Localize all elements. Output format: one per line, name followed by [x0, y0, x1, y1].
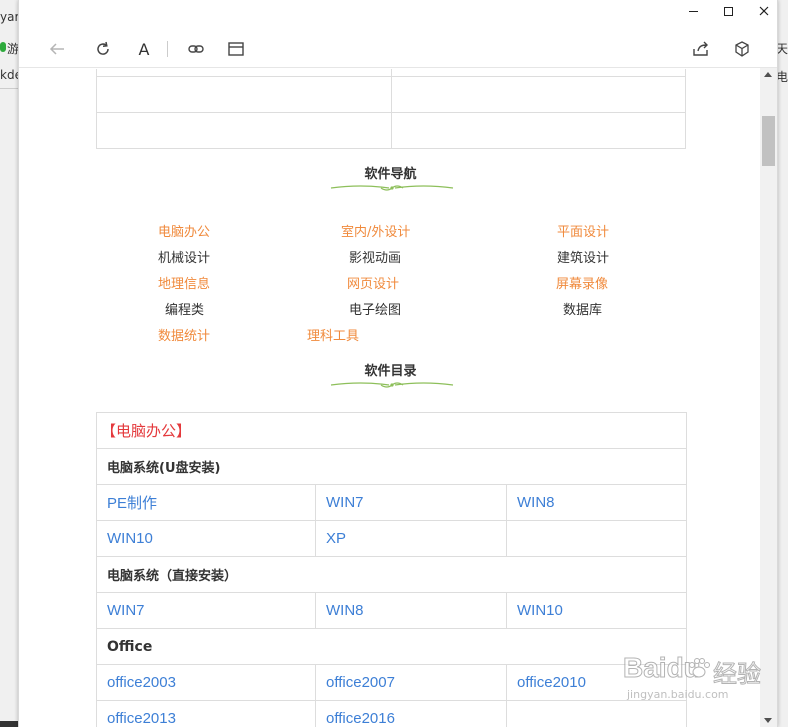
- scroll-up-icon[interactable]: [764, 72, 772, 77]
- nav-link-geo-info[interactable]: 地理信息: [158, 273, 210, 292]
- software-link[interactable]: WIN7: [326, 494, 364, 511]
- arrow-left-icon: [49, 43, 64, 55]
- background-text-fragment: 电: [778, 70, 788, 84]
- link-icon: [188, 45, 204, 53]
- software-link[interactable]: WIN10: [517, 602, 563, 619]
- background-window-right: 天 电: [778, 0, 788, 727]
- nav-link-programming[interactable]: 编程类: [165, 299, 204, 318]
- font-size-button[interactable]: A: [131, 36, 157, 62]
- table-row: office2013 office2016: [96, 700, 688, 727]
- software-link[interactable]: XP: [326, 530, 346, 547]
- top-table: [96, 69, 686, 149]
- table-row: WIN10 XP: [96, 520, 688, 557]
- vertical-scrollbar[interactable]: [760, 68, 777, 727]
- table-row: WIN7 WIN8 WIN10: [96, 592, 688, 629]
- toolbar-divider: [167, 41, 168, 57]
- copy-link-button[interactable]: [183, 36, 209, 62]
- table-row: PE制作 WIN7 WIN8: [96, 484, 688, 521]
- nav-link-web-design[interactable]: 网页设计: [347, 273, 399, 292]
- close-icon: [759, 6, 769, 16]
- share-icon: [693, 41, 708, 56]
- software-link[interactable]: PE制作: [107, 495, 157, 512]
- window-icon: [228, 42, 244, 56]
- background-bookmark-fragment: 天: [778, 42, 788, 56]
- nav-link-mechanical-design[interactable]: 机械设计: [158, 247, 210, 266]
- extension-button[interactable]: [729, 36, 755, 62]
- category-heading: 【电脑办公】: [95, 412, 688, 449]
- close-button[interactable]: [749, 2, 777, 20]
- cube-icon: [735, 41, 749, 57]
- toolbar: A: [19, 30, 777, 68]
- nav-link-screen-recording[interactable]: 屏幕录像: [556, 273, 608, 292]
- maximize-icon: [723, 6, 733, 16]
- software-link[interactable]: WIN10: [107, 530, 153, 547]
- software-link[interactable]: WIN8: [326, 602, 364, 619]
- nav-link-architecture-design[interactable]: 建筑设计: [557, 247, 609, 266]
- back-button[interactable]: [44, 36, 70, 62]
- nav-section-title: 软件导航: [364, 167, 417, 182]
- nav-link-database[interactable]: 数据库: [563, 299, 602, 318]
- nav-link-data-statistics[interactable]: 数据统计: [158, 325, 210, 344]
- nav-link-graphic-design[interactable]: 平面设计: [557, 221, 609, 240]
- divider-ornament: [330, 185, 454, 191]
- software-link[interactable]: office2003: [107, 674, 176, 691]
- maximize-button[interactable]: [713, 2, 743, 20]
- minimize-button[interactable]: [678, 2, 708, 20]
- software-link[interactable]: office2007: [326, 674, 395, 691]
- scroll-down-icon[interactable]: [764, 718, 772, 723]
- refresh-icon: [97, 41, 109, 55]
- minimize-icon: [688, 10, 698, 12]
- refresh-button[interactable]: [90, 36, 116, 62]
- software-link[interactable]: WIN7: [107, 602, 145, 619]
- nav-link-electronic-drawing[interactable]: 电子绘图: [349, 299, 401, 318]
- background-text-fragment: kde: [0, 68, 18, 82]
- software-link[interactable]: office2010: [517, 674, 586, 691]
- directory-section-title: 软件目录: [364, 364, 417, 379]
- background-taskbar: [0, 721, 18, 727]
- divider-ornament: [330, 382, 454, 388]
- nav-link-science-tools[interactable]: 理科工具: [307, 325, 359, 344]
- background-tab-fragment: yar: [0, 10, 18, 24]
- nav-link-interior-design[interactable]: 室内/外设计: [341, 221, 410, 240]
- reader-mode-button[interactable]: [223, 36, 249, 62]
- nav-link-video-animation[interactable]: 影视动画: [349, 247, 401, 266]
- nav-link-computer-office[interactable]: 电脑办公: [158, 221, 210, 240]
- background-window-left: yar 游 kde: [0, 0, 18, 727]
- background-bookmark-fragment: 游: [7, 42, 18, 56]
- table-row: office2003 office2007 office2010: [96, 664, 688, 701]
- page-content: 软件导航 电脑办公 室内/外设计 平面设计 机械设计 影视动画 建筑设计 地理信…: [19, 69, 760, 727]
- group-heading: 电脑系统（直接安装）: [95, 556, 688, 593]
- software-directory-table: 【电脑办公】 电脑系统(U盘安装) PE制作 WIN7 WIN8 WIN10 X…: [95, 412, 688, 727]
- share-button[interactable]: [688, 36, 714, 62]
- group-heading: 电脑系统(U盘安装): [95, 448, 688, 485]
- software-link[interactable]: WIN8: [517, 494, 555, 511]
- scrollbar-thumb[interactable]: [762, 116, 775, 166]
- software-link[interactable]: office2013: [107, 710, 176, 727]
- title-bar: [19, 0, 777, 22]
- software-link[interactable]: office2016: [326, 710, 395, 727]
- group-heading: Office: [95, 628, 688, 665]
- background-favicon: [0, 42, 6, 52]
- popup-browser-window: A 软件导航 电脑办公 室内/外设计 平面设计 机械设计 影视动画 建筑设计 地…: [18, 0, 778, 727]
